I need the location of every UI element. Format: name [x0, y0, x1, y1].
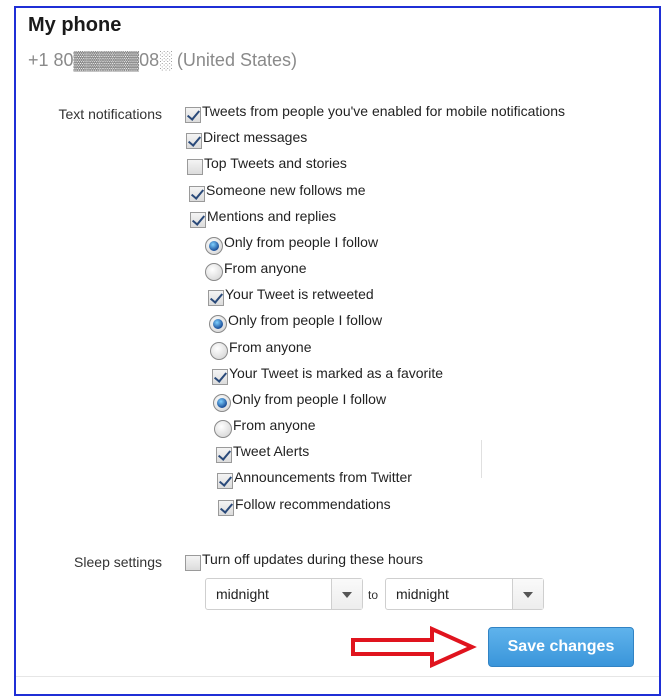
option-label: Only from people I follow [224, 234, 379, 250]
divider [16, 676, 659, 677]
save-button[interactable]: Save changes [488, 627, 634, 667]
radio-mentions-anyone[interactable]: From anyone [205, 260, 306, 281]
red-arrow-icon [351, 626, 477, 668]
option-mentions[interactable]: Mentions and replies [190, 208, 336, 228]
option-label: From anyone [229, 339, 312, 355]
radio-button[interactable] [205, 263, 223, 281]
radio-favorite-following[interactable]: Only from people I follow [213, 391, 386, 412]
page-title: My phone [28, 14, 122, 36]
option-top-tweets[interactable]: Top Tweets and stories [187, 155, 347, 175]
checkbox[interactable] [212, 369, 228, 385]
option-label: From anyone [224, 260, 307, 276]
option-label: Follow recommendations [235, 496, 391, 512]
phone-number: +1 80▓▓▓▓▓08░ (United States) [28, 50, 297, 70]
checkbox[interactable] [208, 290, 224, 306]
checkbox[interactable] [187, 159, 203, 175]
option-tweet-alerts[interactable]: Tweet Alerts [216, 443, 309, 463]
radio-button[interactable] [214, 420, 232, 438]
radio-button[interactable] [205, 237, 223, 255]
option-direct-messages[interactable]: Direct messages [186, 129, 307, 149]
option-label: Tweets from people you've enabled for mo… [202, 103, 565, 119]
option-label: Direct messages [203, 129, 308, 145]
checkbox[interactable] [185, 107, 201, 123]
option-label: Top Tweets and stories [204, 155, 347, 171]
checkbox[interactable] [216, 447, 232, 463]
sleep-to-select[interactable]: midnight [385, 578, 544, 610]
option-label: Announcements from Twitter [234, 469, 412, 485]
sleep-from-value: midnight [216, 586, 269, 602]
option-favorited[interactable]: Your Tweet is marked as a favorite [212, 365, 443, 385]
option-label: From anyone [233, 417, 316, 433]
divider [481, 440, 482, 478]
checkbox[interactable] [190, 212, 206, 228]
radio-retweet-following[interactable]: Only from people I follow [209, 312, 382, 333]
sleep-to-value: midnight [396, 586, 449, 602]
radio-favorite-anyone[interactable]: From anyone [214, 417, 315, 438]
checkbox[interactable] [189, 186, 205, 202]
option-tweets-enabled[interactable]: Tweets from people you've enabled for mo… [185, 103, 565, 123]
radio-retweet-anyone[interactable]: From anyone [210, 339, 311, 360]
option-retweeted[interactable]: Your Tweet is retweeted [208, 286, 374, 306]
option-label: Your Tweet is retweeted [225, 286, 374, 302]
option-new-follower[interactable]: Someone new follows me [189, 182, 366, 202]
option-label: Turn off updates during these hours [202, 551, 424, 567]
checkbox[interactable] [186, 133, 202, 149]
text-notifications-label: Text notifications [58, 106, 163, 122]
option-label: Mentions and replies [207, 208, 337, 224]
radio-button[interactable] [209, 315, 227, 333]
radio-button[interactable] [210, 342, 228, 360]
chevron-down-icon[interactable] [512, 579, 543, 609]
option-announcements[interactable]: Announcements from Twitter [217, 469, 412, 489]
option-label: Someone new follows me [206, 182, 366, 198]
checkbox[interactable] [217, 473, 233, 489]
radio-button[interactable] [213, 394, 231, 412]
sleep-settings-label: Sleep settings [74, 554, 162, 570]
checkbox[interactable] [185, 555, 201, 571]
option-label: Your Tweet is marked as a favorite [229, 365, 443, 381]
chevron-down-icon[interactable] [331, 579, 362, 609]
option-label: Tweet Alerts [233, 443, 310, 459]
option-label: Only from people I follow [232, 391, 387, 407]
sleep-from-select[interactable]: midnight [205, 578, 363, 610]
radio-mentions-following[interactable]: Only from people I follow [205, 234, 378, 255]
option-label: Only from people I follow [228, 312, 383, 328]
checkbox[interactable] [218, 500, 234, 516]
to-label: to [368, 588, 379, 602]
option-sleep-updates[interactable]: Turn off updates during these hours [185, 551, 423, 571]
option-follow-recommendations[interactable]: Follow recommendations [218, 496, 391, 516]
